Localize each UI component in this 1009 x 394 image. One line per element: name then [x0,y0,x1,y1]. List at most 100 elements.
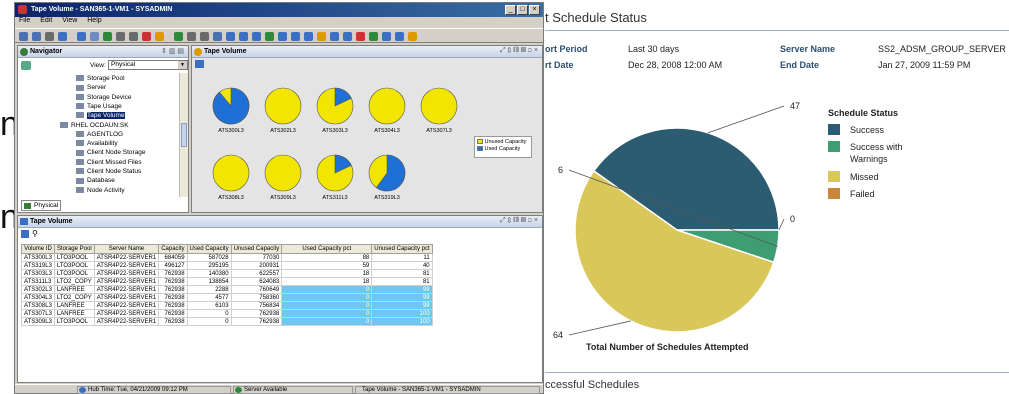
tree-item[interactable]: Node Activity [76,187,125,194]
table-row[interactable]: ATS304L3 LTO2_COPY ATSR4P22-SERVER1 762938 4… [21,293,433,302]
tree-item[interactable]: Server [76,84,106,91]
tree-item[interactable]: Storage Pool [76,75,125,82]
toolbar-icon-28[interactable] [382,32,391,41]
menu-view[interactable]: View [62,17,77,24]
toolbar-icon-4[interactable] [58,32,67,41]
menu-edit[interactable]: Edit [40,17,52,24]
table-row[interactable]: ATS303L3 LTO3POOL ATSR4P22-SERVER1 762938 14… [21,269,433,278]
tree-node-icon [60,121,68,128]
tape-pie[interactable] [420,87,458,125]
tree-item[interactable]: Client Node Storage [76,149,146,156]
table-cell: ATSR4P22-SERVER1 [93,285,160,294]
chart-toolbar-icon[interactable] [195,60,204,68]
toolbar-icon-26[interactable] [356,32,365,41]
table-row[interactable]: ATS308L3 LANFREE ATSR4P22-SERVER1 762938 610… [21,301,433,310]
panel-controls-icon[interactable]: ⇕ ▥ ▤ [161,47,184,55]
toolbar-icon-1[interactable] [19,32,28,41]
column-header[interactable]: Volume ID [21,244,55,254]
table-row[interactable]: ATS307L3 LANFREE ATSR4P22-SERVER1 762938 0 76… [21,309,433,318]
menu-help[interactable]: Help [87,17,101,24]
toolbar-icon-2[interactable] [32,32,41,41]
toolbar-icon-16[interactable] [226,32,235,41]
tree-item[interactable]: Storage Device [76,94,131,101]
tape-label: ATS319L3 [374,195,400,201]
toolbar-icon-6[interactable] [90,32,99,41]
column-header[interactable]: Storage Pool [53,244,95,254]
toolbar-icon-14[interactable] [200,32,209,41]
tree-item[interactable]: Client Missed Files [76,159,142,166]
table-cell: LANFREE [53,285,95,294]
toolbar-icon-29[interactable] [395,32,404,41]
column-header[interactable]: Unused Capacity pct [371,244,433,254]
toolbar-icon-7[interactable] [103,32,112,41]
toolbar-icon-10[interactable] [142,32,151,41]
column-header[interactable]: Server Name [93,244,160,254]
tree-item[interactable]: Tape Usage [76,103,122,110]
table-row[interactable]: ATS319L3 LTO3POOL ATSR4P22-SERVER1 496127 29… [21,261,433,270]
tape-pie[interactable] [264,154,302,192]
toolbar-icon-15[interactable] [213,32,222,41]
chevron-down-icon[interactable]: ▼ [178,61,187,69]
tree-item-label: Availability [87,140,118,148]
tape-pie[interactable] [264,87,302,125]
pie-data-label: 64 [553,330,563,340]
toolbar-icon-8[interactable] [116,32,125,41]
toolbar-icon-20[interactable] [278,32,287,41]
toolbar-icon-17[interactable] [239,32,248,41]
table-toolbar-icon[interactable] [21,230,29,238]
column-header[interactable]: Used Capacity [186,244,232,254]
tree-item[interactable]: Tape Volume [76,112,125,120]
toolbar-icon-25[interactable] [343,32,352,41]
toolbar-icon-22[interactable] [304,32,313,41]
column-header[interactable]: Used Capacity pct [281,244,373,254]
tab-physical[interactable]: Physical [21,200,61,211]
tree-item[interactable]: Availability [76,140,118,147]
toolbar-icon-9[interactable] [129,32,138,41]
table-row[interactable]: ATS300L3 LTO3POOL ATSR4P22-SERVER1 684059 58… [21,253,433,262]
toolbar-icon-11[interactable] [155,32,164,41]
tape-pie[interactable] [368,154,406,192]
table-cell: 762938 [230,317,283,326]
minimize-button[interactable]: _ [505,5,516,15]
toolbar-icon-24[interactable] [330,32,339,41]
table-row[interactable]: ATS311L3 LTO2_COPY ATSR4P22-SERVER1 762938 1… [21,277,433,286]
table-row[interactable]: ATS302L3 LANFREE ATSR4P22-SERVER1 762938 228… [21,285,433,294]
toolbar-icon-19[interactable] [265,32,274,41]
tape-pie[interactable] [316,154,354,192]
maximize-button[interactable]: □ [517,5,528,15]
column-header[interactable]: Capacity [158,244,188,254]
toolbar-icon-5[interactable] [77,32,86,41]
tree-item[interactable]: Database [76,177,115,184]
navigator-panel: Navigator ⇕ ▥ ▤ View: Physical ▼ Storage… [17,45,189,213]
tape-pie[interactable] [316,87,354,125]
scrollbar-thumb[interactable] [181,123,187,147]
toolbar-icon-23[interactable] [317,32,326,41]
tape-pie[interactable] [368,87,406,125]
end-date-label: End Date [780,60,820,70]
binoculars-icon[interactable]: ⚲ [32,229,38,238]
tape-pie-unused [264,87,302,125]
panel-controls-icon[interactable]: ⤢ ⇕ ▥ ▤ ◻ × [500,217,538,225]
tape-pie[interactable] [212,154,250,192]
tree-item[interactable]: AGENTLOG [76,131,123,138]
tree-item[interactable]: RHEL OCDAUN:SK [60,122,129,129]
column-header[interactable]: Unused Capacity [230,244,283,254]
view-select[interactable]: Physical ▼ [108,60,188,70]
tree-item[interactable]: Client Node Status [76,168,141,175]
tree-node-icon [76,140,84,147]
server-name-value: SS2_ADSM_GROUP_SERVER [878,44,1006,54]
toolbar-icon-12[interactable] [174,32,183,41]
tape-pie[interactable] [212,87,250,125]
toolbar-icon-27[interactable] [369,32,378,41]
toolbar-icon-13[interactable] [187,32,196,41]
menu-file[interactable]: File [19,17,30,24]
navigator-view-icon[interactable] [21,61,31,70]
toolbar-icon-3[interactable] [45,32,54,41]
toolbar-icon-21[interactable] [291,32,300,41]
close-button[interactable]: × [529,5,540,15]
toolbar-icon-18[interactable] [252,32,261,41]
table-row[interactable]: ATS309L3 LTO3POOL ATSR4P22-SERVER1 762938 0 7… [21,317,433,326]
panel-controls-icon[interactable]: ⤢ ⇕ ▥ ▤ ◻ × [500,47,538,55]
toolbar-icon-30[interactable] [408,32,417,41]
tree-scrollbar[interactable] [179,73,188,197]
